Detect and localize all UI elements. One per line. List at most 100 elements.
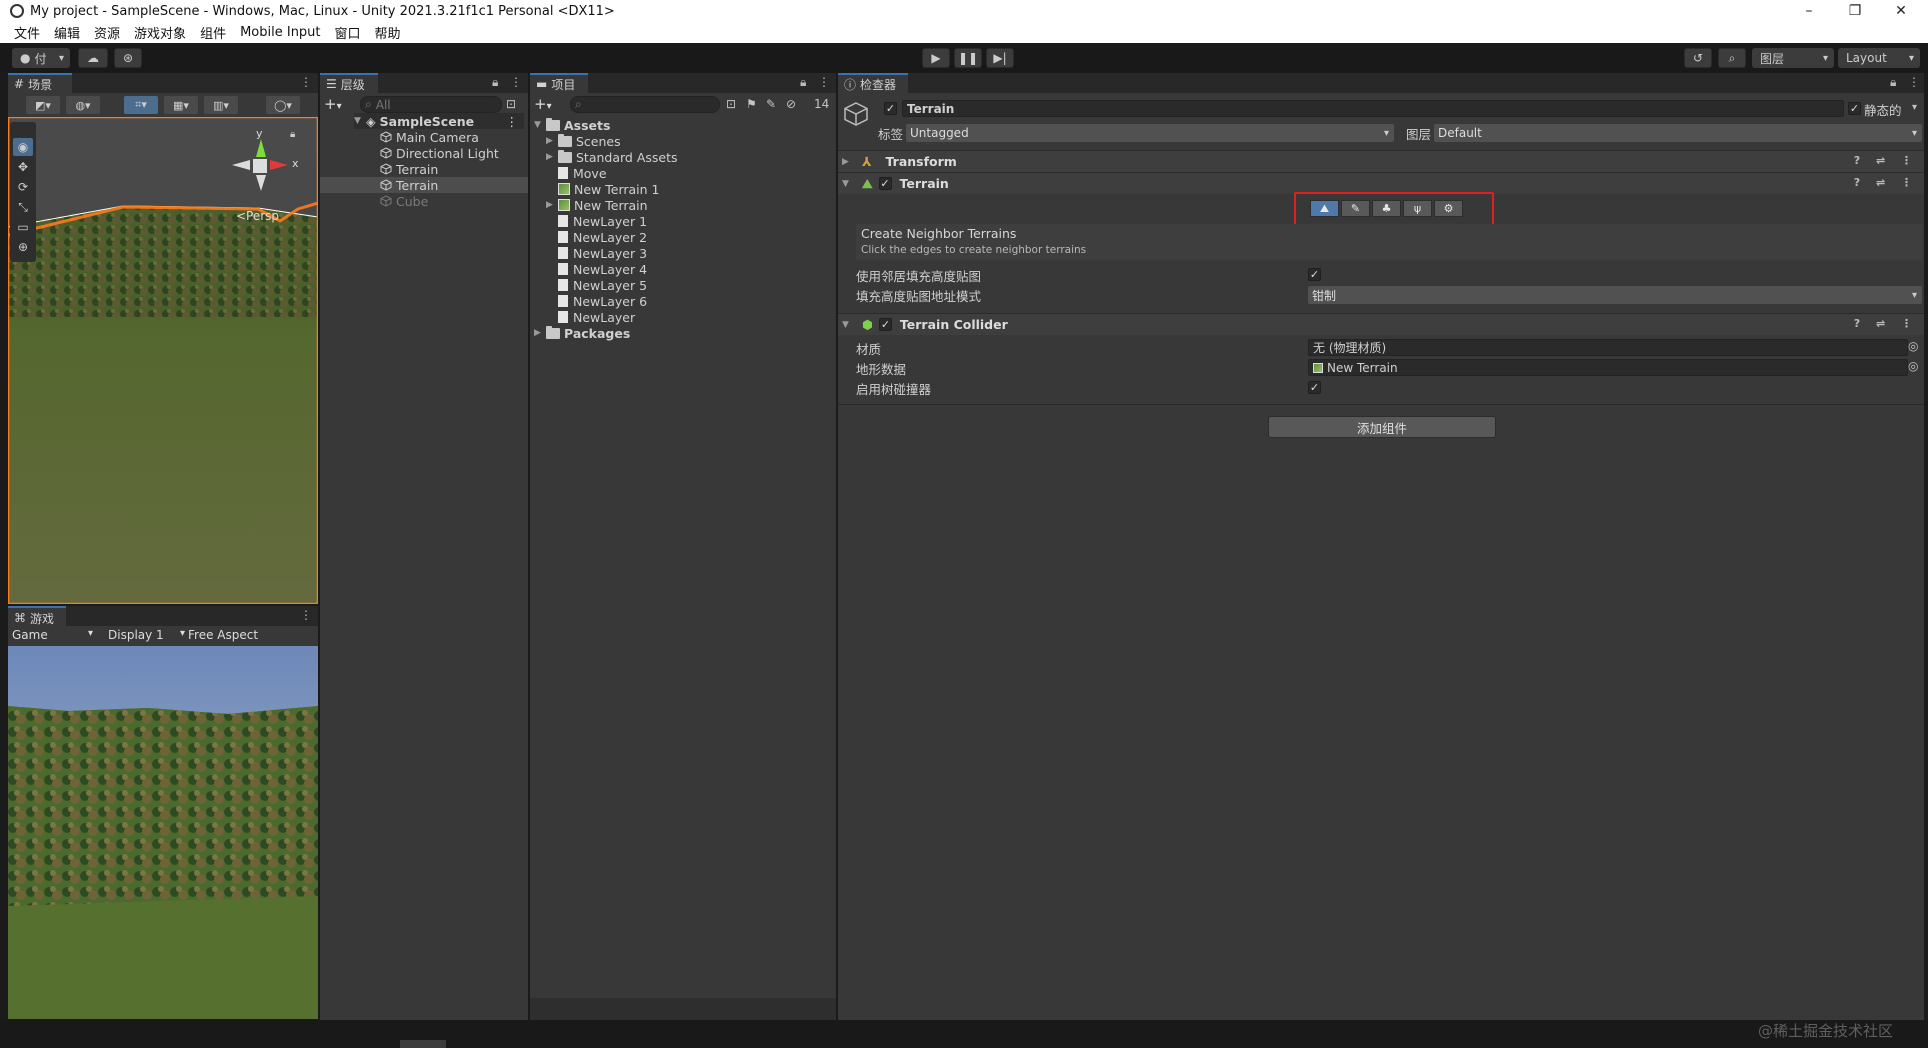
expand-arrow-icon[interactable]: ▼ bbox=[354, 116, 366, 126]
scene-visibility-icon[interactable]: ⊡ bbox=[506, 97, 516, 111]
draw-mode-dropdown[interactable]: ◩▾ bbox=[26, 96, 60, 114]
render-mode-dropdown[interactable]: ◍▾ bbox=[66, 96, 100, 114]
search-by-label-icon[interactable]: ⚑ bbox=[746, 97, 757, 111]
hierarchy-item[interactable]: Terrain bbox=[380, 161, 438, 177]
collab-button[interactable]: ⊛ bbox=[114, 48, 142, 68]
play-button[interactable]: ▶ bbox=[922, 48, 950, 68]
expand-arrow-icon[interactable]: ▼ bbox=[842, 179, 856, 189]
project-item[interactable]: NewLayer 6 bbox=[558, 293, 647, 309]
tag-dropdown[interactable]: Untagged bbox=[906, 124, 1394, 142]
grid-dropdown[interactable]: ▦▾ bbox=[164, 96, 198, 114]
game-mode-dropdown[interactable]: Game ▾ bbox=[12, 628, 102, 642]
undo-history-button[interactable]: ↺ bbox=[1684, 48, 1712, 68]
gizmos-dropdown[interactable]: ◯▾ bbox=[266, 96, 300, 114]
collider-enabled-checkbox[interactable]: ✓ bbox=[878, 318, 892, 331]
perspective-label[interactable]: <Persp bbox=[236, 209, 279, 223]
minimize-button[interactable]: – bbox=[1786, 0, 1832, 22]
tab-scene[interactable]: # 场景 bbox=[8, 73, 72, 93]
project-item[interactable]: NewLayer bbox=[558, 309, 635, 325]
scale-tool-button[interactable]: ⤡ bbox=[13, 198, 33, 216]
assets-folder-row[interactable]: ▼ Assets bbox=[534, 117, 610, 133]
menu-assets[interactable]: 资源 bbox=[94, 23, 120, 42]
tab-inspector[interactable]: ⓘ 检查器 bbox=[838, 73, 908, 93]
scene-menu-icon[interactable]: ⋮ bbox=[506, 114, 519, 129]
pause-button[interactable]: ❚❚ bbox=[954, 48, 982, 68]
scene-viewport[interactable]: y x 🔒︎ <Persp bbox=[8, 117, 318, 604]
terrain-data-field[interactable]: New Terrain bbox=[1308, 359, 1908, 376]
aspect-dropdown[interactable]: Free Aspect bbox=[188, 628, 258, 642]
increment-dropdown[interactable]: ▥▾ bbox=[204, 96, 238, 114]
terrain-enabled-checkbox[interactable]: ✓ bbox=[878, 177, 892, 190]
view-tool-button[interactable]: ◉ bbox=[13, 138, 33, 156]
project-item-folder[interactable]: ▶ Scenes bbox=[546, 133, 621, 149]
hierarchy-item[interactable]: Main Camera bbox=[380, 129, 479, 145]
hierarchy-menu-icon[interactable]: ⋮ bbox=[510, 75, 522, 89]
game-panel-menu-icon[interactable]: ⋮ bbox=[300, 608, 312, 622]
hierarchy-item-selected[interactable]: Terrain bbox=[320, 177, 528, 193]
tab-hierarchy[interactable]: ☰ 层级 bbox=[320, 73, 378, 93]
move-snap-dropdown[interactable]: ⌗▾ bbox=[124, 96, 158, 114]
display-dropdown[interactable]: Display 1 ▾ bbox=[108, 628, 190, 642]
material-field[interactable]: 无 (物理材质) bbox=[1308, 339, 1908, 356]
fill-mode-dropdown[interactable]: 钳制 bbox=[1308, 286, 1922, 304]
menu-window[interactable]: 窗口 bbox=[335, 23, 361, 42]
terrain-collider-header[interactable]: ▼ ⬢ ✓ Terrain Collider ? ⇌ ⋮ bbox=[838, 313, 1924, 335]
scene-row[interactable]: ▼ ◈ SampleScene ⋮ bbox=[354, 113, 524, 129]
project-search-input[interactable]: ⌕ bbox=[570, 96, 720, 113]
menu-component[interactable]: 组件 bbox=[200, 23, 226, 42]
hierarchy-search-input[interactable]: ⌕ All bbox=[360, 96, 502, 113]
rect-tool-button[interactable]: ▭ bbox=[13, 218, 33, 236]
object-picker-icon[interactable]: ◎ bbox=[1908, 339, 1918, 353]
packages-folder-row[interactable]: ▶ Packages bbox=[534, 325, 630, 341]
close-button[interactable]: ✕ bbox=[1878, 0, 1924, 22]
tab-project[interactable]: ▬ 项目 bbox=[530, 73, 588, 93]
project-item[interactable]: Move bbox=[558, 165, 607, 181]
tree-collider-checkbox[interactable]: ✓ bbox=[1308, 381, 1321, 394]
step-button[interactable]: ▶| bbox=[986, 48, 1014, 68]
static-checkbox[interactable]: ✓ bbox=[1848, 102, 1861, 115]
create-button[interactable]: +▾ bbox=[324, 95, 354, 113]
favorite-icon[interactable]: ✎ bbox=[766, 97, 776, 111]
object-name-field[interactable]: Terrain bbox=[902, 100, 1844, 117]
lock-icon[interactable]: 🔒︎ bbox=[492, 75, 498, 90]
add-component-button[interactable]: 添加组件 bbox=[1268, 416, 1496, 438]
transform-component-header[interactable]: ▶ ⅄ Transform ? ⇌ ⋮ bbox=[838, 150, 1924, 172]
account-dropdown[interactable]: ● 付 bbox=[12, 48, 70, 68]
terrain-component-header[interactable]: ▼ ⛰︎ ✓ Terrain ? ⇌ ⋮ bbox=[838, 172, 1924, 194]
static-dropdown-icon[interactable]: ▾ bbox=[1912, 102, 1917, 113]
hidden-packages-icon[interactable]: ⊘ bbox=[786, 97, 796, 111]
lock-icon[interactable]: 🔒︎ bbox=[1890, 75, 1896, 90]
move-tool-button[interactable]: ✥ bbox=[13, 158, 33, 176]
cloud-button[interactable]: ☁ bbox=[78, 48, 108, 68]
expand-arrow-icon[interactable]: ▶ bbox=[546, 136, 558, 146]
layout-dropdown[interactable]: Layout bbox=[1838, 48, 1920, 68]
expand-arrow-icon[interactable]: ▶ bbox=[546, 200, 558, 210]
menu-help[interactable]: 帮助 bbox=[375, 23, 401, 42]
object-picker-icon[interactable]: ◎ bbox=[1908, 359, 1918, 373]
lock-icon[interactable]: 🔒︎ bbox=[290, 129, 295, 140]
project-item[interactable]: NewLayer 2 bbox=[558, 229, 647, 245]
lock-icon[interactable]: 🔒︎ bbox=[800, 75, 806, 90]
hierarchy-item[interactable]: Directional Light bbox=[380, 145, 499, 161]
menu-gameobject[interactable]: 游戏对象 bbox=[134, 23, 186, 42]
scene-panel-menu-icon[interactable]: ⋮ bbox=[300, 75, 312, 89]
expand-arrow-icon[interactable]: ▼ bbox=[534, 120, 546, 130]
game-viewport[interactable] bbox=[8, 646, 318, 1019]
search-by-type-icon[interactable]: ⊡ bbox=[726, 97, 736, 111]
transform-tool-button[interactable]: ⊕ bbox=[13, 238, 33, 256]
menu-mobile-input[interactable]: Mobile Input bbox=[240, 25, 320, 40]
project-item[interactable]: New Terrain 1 bbox=[558, 181, 659, 197]
expand-arrow-icon[interactable]: ▶ bbox=[546, 152, 558, 162]
project-item-folder[interactable]: ▶ Standard Assets bbox=[546, 149, 678, 165]
menu-edit[interactable]: 编辑 bbox=[54, 23, 80, 42]
expand-arrow-icon[interactable]: ▶ bbox=[842, 157, 856, 167]
project-item[interactable]: NewLayer 3 bbox=[558, 245, 647, 261]
component-actions-icon[interactable]: ? ⇌ ⋮ bbox=[1854, 154, 1918, 167]
project-item[interactable]: NewLayer 5 bbox=[558, 277, 647, 293]
component-actions-icon[interactable]: ? ⇌ ⋮ bbox=[1854, 317, 1918, 330]
tab-game[interactable]: ⌘ 游戏 bbox=[8, 606, 66, 628]
rotate-tool-button[interactable]: ⟳ bbox=[13, 178, 33, 196]
layers-dropdown[interactable]: 图层 bbox=[1752, 48, 1834, 68]
project-create-button[interactable]: +▾ bbox=[534, 95, 564, 113]
menu-file[interactable]: 文件 bbox=[14, 23, 40, 42]
